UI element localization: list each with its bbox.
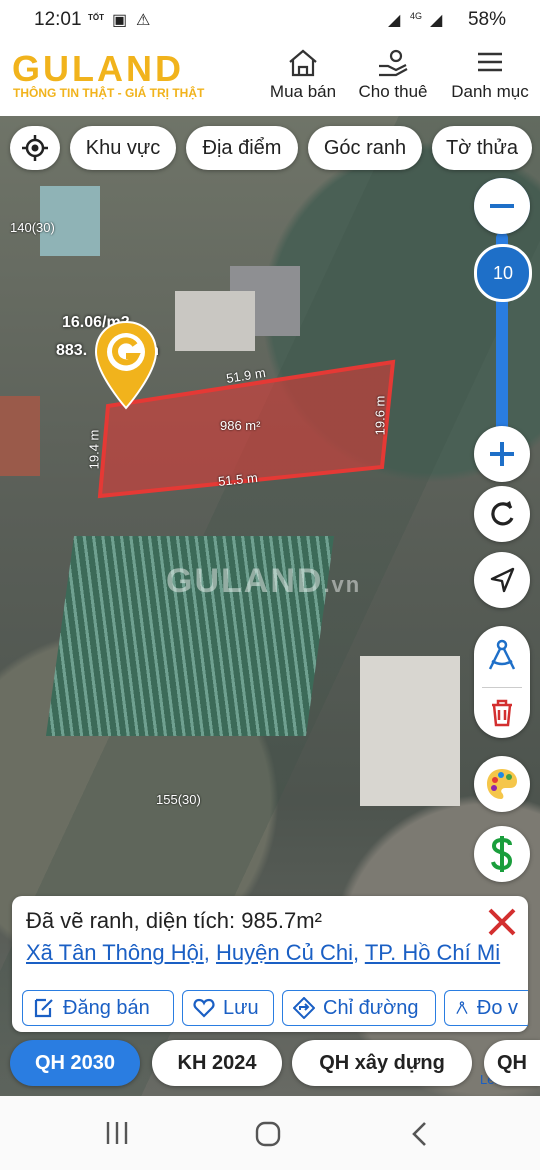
- compass-icon: [456, 1001, 468, 1014]
- edit-icon: [34, 998, 53, 1018]
- battery-level: 58%: [467, 9, 506, 30]
- edge-length-right: 19.6 m: [372, 395, 388, 436]
- directions-icon: [293, 997, 315, 1019]
- price-button[interactable]: [474, 826, 530, 882]
- ward-link[interactable]: Xã Tân Thông Hội: [26, 940, 204, 965]
- back-icon[interactable]: [408, 1120, 432, 1148]
- navigate-button[interactable]: [474, 552, 530, 608]
- rent-icon: [379, 49, 408, 77]
- watermark: GULAND.vn: [166, 562, 362, 600]
- plan-qh-more[interactable]: QH: [484, 1040, 540, 1086]
- parcel-info-card: Đã vẽ ranh, diện tích: 985.7m² Xã Tân Th…: [12, 896, 528, 1032]
- district-link[interactable]: Huyện Củ Chi: [216, 940, 353, 965]
- app-header: GULAND THÔNG TIN THẬT - GIÁ TRỊ THẬT Mua…: [0, 40, 540, 116]
- zoom-out-button[interactable]: [474, 178, 530, 234]
- plan-qh-xay-dung[interactable]: QH xây dựng: [292, 1040, 472, 1086]
- compass-draw-icon[interactable]: [484, 637, 520, 677]
- plus-icon: [490, 442, 514, 466]
- network-label: 4G: [410, 11, 423, 21]
- save-button[interactable]: Lưu: [182, 990, 274, 1026]
- measure-button[interactable]: Đo v: [444, 990, 528, 1026]
- address-line: Xã Tân Thông Hội, Huyện Củ Chi, TP. Hồ C…: [26, 940, 501, 965]
- palette-button[interactable]: [474, 756, 530, 812]
- warning-icon: ⚠: [136, 12, 151, 29]
- plan-kh-2024[interactable]: KH 2024: [152, 1040, 282, 1086]
- dollar-icon: [491, 836, 513, 872]
- signal-icon: ◢: [388, 12, 401, 29]
- clock: 12:01: [34, 9, 82, 30]
- zoom-level[interactable]: 10: [474, 244, 532, 302]
- menu-icon: [478, 52, 502, 72]
- palette-icon: [487, 769, 517, 799]
- area-title: Đã vẽ ranh, diện tích: 985.7m²: [26, 908, 322, 933]
- plan-qh-2030[interactable]: QH 2030: [10, 1040, 140, 1086]
- locate-button[interactable]: [10, 126, 60, 170]
- house-icon: [289, 49, 317, 77]
- refresh-button[interactable]: [474, 486, 530, 542]
- tagline: THÔNG TIN THẬT - GIÁ TRỊ THẬT: [13, 86, 205, 100]
- filter-goc-ranh[interactable]: Góc ranh: [308, 126, 422, 170]
- recent-apps-icon[interactable]: [104, 1120, 130, 1146]
- logo[interactable]: GULAND: [12, 48, 184, 90]
- carrier-badge: TỐT: [88, 13, 104, 22]
- post-sale-button[interactable]: Đăng bán: [22, 990, 174, 1026]
- nav-danh-muc[interactable]: Danh mục: [446, 48, 534, 102]
- home-icon[interactable]: [254, 1120, 282, 1148]
- filter-to-thua[interactable]: Tờ thửa: [432, 126, 532, 170]
- nav-label: Mua bán: [269, 82, 337, 101]
- status-bar: 12:01 TỐT ▣ ⚠ ◢ 4G ◢ 58%: [0, 0, 540, 40]
- signal-2-icon: ◢: [430, 12, 443, 29]
- nav-label: Danh mục: [451, 82, 529, 101]
- divider: [482, 686, 522, 688]
- location-pin-icon[interactable]: [94, 320, 158, 412]
- filter-khu-vuc[interactable]: Khu vực: [70, 126, 176, 170]
- image-icon: ▣: [112, 12, 128, 29]
- nav-cho-thue[interactable]: Cho thuê: [352, 48, 434, 102]
- trash-icon[interactable]: [488, 698, 516, 728]
- refresh-icon: [491, 501, 514, 526]
- draw-tools: [474, 626, 530, 738]
- city-link[interactable]: TP. Hồ Chí Mi: [365, 940, 500, 965]
- nav-label: Cho thuê: [358, 82, 428, 101]
- edge-length-left: 19.4 m: [86, 429, 102, 470]
- filter-dia-diem[interactable]: Địa điểm: [186, 126, 298, 170]
- minus-icon: [474, 178, 530, 234]
- crosshair-icon: [22, 135, 48, 161]
- navigation-arrow-icon: [490, 567, 515, 593]
- heart-icon: [193, 998, 215, 1018]
- close-icon[interactable]: [486, 906, 518, 938]
- nav-mua-ban[interactable]: Mua bán: [262, 48, 344, 102]
- directions-button[interactable]: Chỉ đường: [282, 990, 436, 1026]
- parcel-area-label: 986 m²: [220, 418, 261, 433]
- zoom-in-button[interactable]: [474, 426, 530, 482]
- system-nav-bar: [0, 1096, 540, 1170]
